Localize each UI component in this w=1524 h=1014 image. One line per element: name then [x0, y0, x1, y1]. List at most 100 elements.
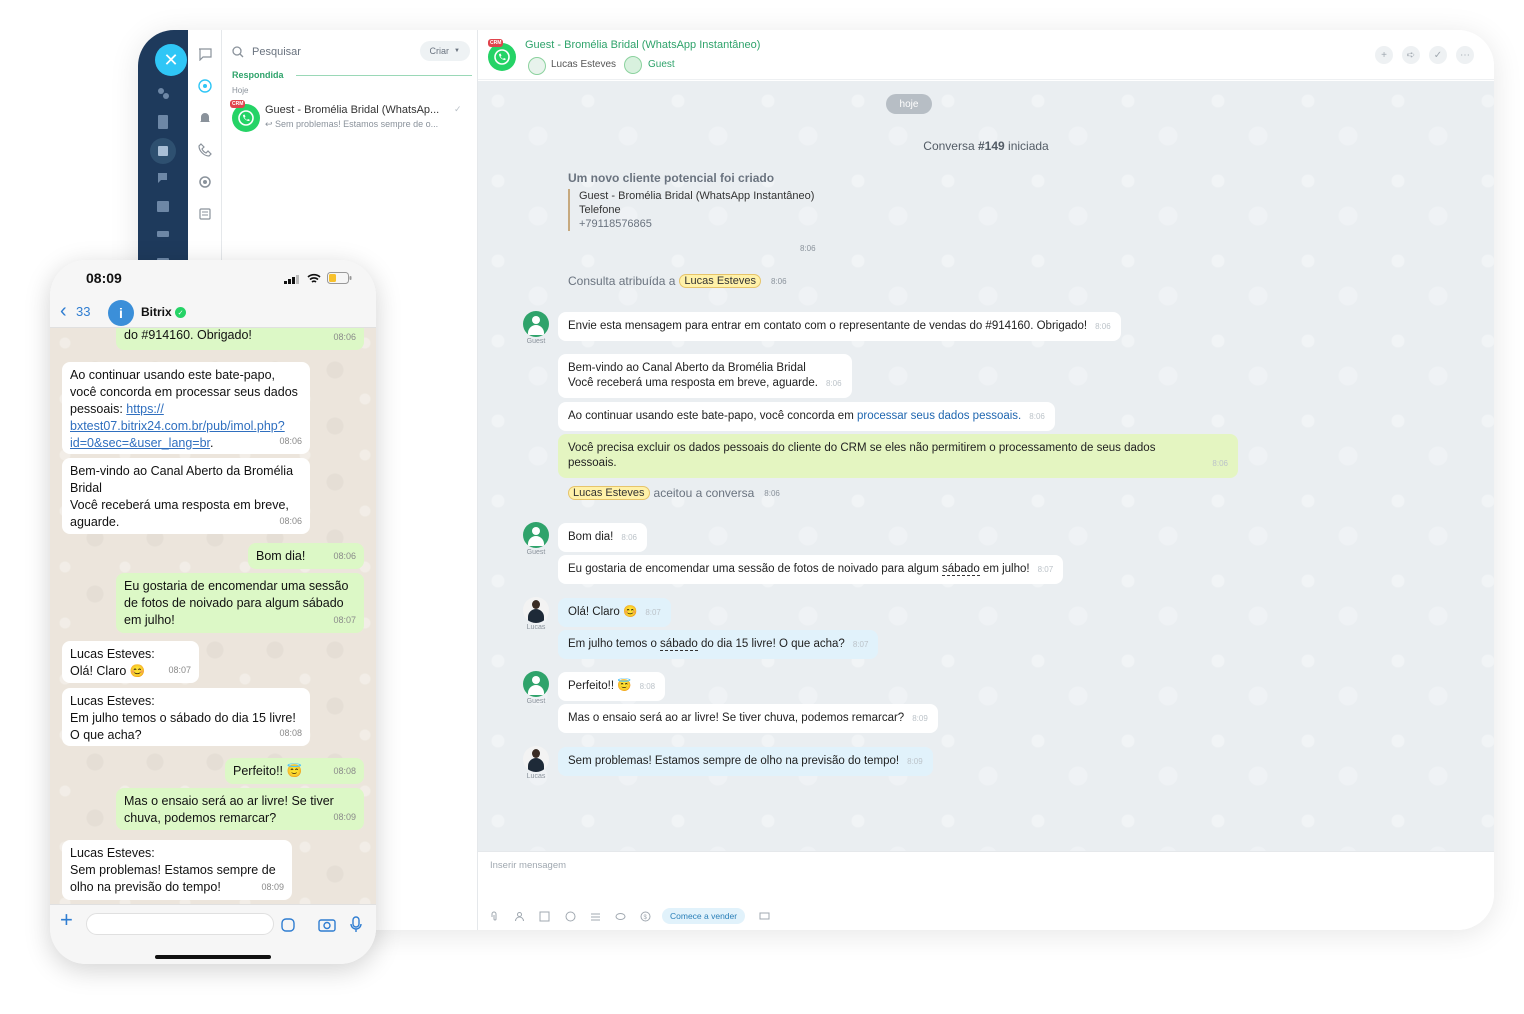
message-time: 8:09	[907, 757, 923, 766]
guest-avatar[interactable]	[624, 56, 642, 74]
chat-bubble-icon[interactable]	[197, 46, 213, 62]
payment-icon[interactable]: $	[639, 910, 651, 922]
lead-created-title: Um novo cliente potencial foi criado	[568, 171, 775, 185]
phone-icon[interactable]	[197, 142, 213, 158]
template-icon[interactable]	[538, 910, 550, 922]
bell-icon[interactable]	[197, 110, 213, 126]
section-label: Respondida	[232, 70, 284, 80]
accepted-text: aceitou a conversa	[653, 486, 755, 500]
message-time: 08:07	[168, 665, 191, 675]
phone-message-input[interactable]	[86, 913, 274, 935]
guest-avatar[interactable]	[523, 671, 549, 697]
chat-title[interactable]: Guest - Bromélia Bridal (WhatsApp Instan…	[525, 39, 760, 51]
phone-message-bubble: Perfeito!! 😇 08:08	[225, 758, 364, 784]
camera-icon[interactable]	[318, 917, 336, 932]
smile-emoji-icon: 😊	[129, 664, 146, 678]
date-pill: hoje	[886, 94, 932, 114]
message-text: Olá! Claro	[568, 606, 620, 618]
message-text: Em julho temos o sábado do dia 15 livre!	[70, 711, 296, 725]
finish-icon[interactable]: ✓	[1429, 46, 1447, 64]
eraser-icon[interactable]	[614, 910, 626, 922]
chat-item-title: Guest - Bromélia Bridal (WhatsAp...	[265, 104, 440, 116]
message-text: olho na previsão do tempo!	[70, 880, 221, 894]
back-chevron-icon[interactable]: ‹	[60, 300, 67, 323]
guest-avatar[interactable]	[523, 522, 549, 548]
chat-item-preview: ↩ Sem problemas! Estamos sempre de o...	[265, 119, 465, 130]
microphone-icon[interactable]	[350, 916, 362, 933]
conv-prefix: Conversa	[923, 139, 978, 153]
avatar[interactable]	[528, 57, 546, 75]
spellcheck-word: sábado	[660, 638, 698, 651]
message-text: Mas o ensaio será ao ar livre! Se tiver	[124, 794, 334, 808]
message-text: Perfeito!!	[568, 680, 615, 692]
chat-area: CRM Guest - Bromélia Bridal (WhatsApp In…	[478, 30, 1494, 930]
message-input[interactable]: Inserir mensagem	[490, 860, 566, 871]
accepted-user-tag[interactable]: Lucas Esteves	[568, 486, 650, 500]
document-icon[interactable]	[151, 110, 175, 134]
message-time: 08:09	[333, 812, 356, 822]
openlines-icon[interactable]	[197, 78, 213, 94]
chat-icon[interactable]	[151, 166, 175, 190]
lead-name[interactable]: Guest - Bromélia Bridal (WhatsApp Instan…	[579, 189, 814, 203]
phone-message-bubble: Bom dia! 08:06	[248, 543, 364, 569]
message-text: Bridal	[70, 481, 102, 495]
add-icon[interactable]: +	[1375, 46, 1393, 64]
sticker-icon[interactable]	[281, 918, 295, 932]
day-label: Hoje	[232, 86, 249, 95]
message-text: Lucas Esteves:	[70, 694, 155, 708]
phone-message-bubble: do #914160. Obrigado! 08:06	[116, 328, 364, 350]
assigned-user-tag[interactable]: Lucas Esteves	[679, 274, 761, 288]
settings-icon[interactable]	[197, 174, 213, 190]
angel-emoji-icon: 😇	[286, 764, 303, 778]
back-count[interactable]: 33	[76, 304, 90, 319]
message-composer[interactable]: Inserir mensagem $ Comece a vender	[478, 851, 1494, 930]
search-input[interactable]: Pesquisar	[252, 46, 301, 58]
plus-icon[interactable]: +	[60, 907, 73, 933]
reply-icon: ↩	[265, 119, 276, 129]
message-text: Você precisa excluir os dados pessoais d…	[568, 442, 1156, 454]
forward-icon[interactable]: ➪	[1402, 46, 1420, 64]
operator-name[interactable]: Lucas Esteves	[551, 59, 616, 70]
privacy-link[interactable]: processar seus dados pessoais.	[857, 410, 1021, 422]
phone-mockup: 08:09 ‹ 33 i Bitrix ✓ do #914160. Obriga…	[50, 260, 376, 964]
message-time: 8:09	[912, 714, 928, 723]
list-icon[interactable]	[589, 910, 601, 922]
conv-suffix: iniciada	[1004, 139, 1049, 153]
calendar-icon[interactable]	[151, 194, 175, 218]
message-bubble: Mas o ensaio será ao ar livre! Se tiver …	[558, 704, 938, 733]
more-icon[interactable]: ⋯	[1456, 46, 1474, 64]
crm-badge: CRM	[230, 100, 246, 108]
message-text: aguarde.	[70, 515, 120, 529]
close-icon[interactable]: ✕	[155, 44, 187, 76]
contact-avatar[interactable]: i	[108, 300, 134, 326]
tasks-icon[interactable]	[197, 206, 213, 222]
start-selling-button[interactable]: Comece a vender	[662, 908, 746, 924]
operator-avatar[interactable]	[523, 746, 549, 772]
message-text: Bom dia!	[568, 531, 614, 543]
contact-name[interactable]: Bitrix	[141, 305, 172, 319]
message-bubble: Bom dia! 8:06	[558, 523, 647, 552]
guest-label: Guest	[526, 549, 546, 556]
drive-icon[interactable]	[151, 222, 175, 246]
operator-avatar[interactable]	[523, 597, 549, 623]
guest-avatar[interactable]	[523, 311, 549, 337]
message-time: 8:08	[639, 682, 656, 691]
search-box[interactable]: Pesquisar Criar ▼	[232, 40, 472, 64]
message-text: Eu gostaria de encomendar uma sessão de …	[568, 563, 942, 575]
emoji-icon[interactable]	[564, 910, 576, 922]
chat-list-item[interactable]: CRM Guest - Bromélia Bridal (WhatsAp... …	[230, 100, 474, 134]
users-icon[interactable]	[151, 82, 175, 106]
guest-name[interactable]: Guest	[648, 59, 675, 70]
signal-icon	[284, 275, 299, 284]
wifi-icon	[307, 273, 321, 283]
user-icon[interactable]	[513, 910, 525, 922]
verified-icon: ✓	[175, 307, 186, 318]
create-button[interactable]: Criar ▼	[419, 41, 470, 61]
message-text: Sem problemas! Estamos sempre de	[70, 863, 276, 877]
screen-icon[interactable]	[758, 910, 770, 922]
attach-icon[interactable]	[488, 910, 500, 922]
message-time: 8:06	[1029, 412, 1045, 421]
message-time: 08:09	[261, 882, 284, 892]
link-part: bxtest07.bitrix24.com.br/pub/imol.php?	[70, 419, 285, 433]
calendar-box-icon[interactable]	[150, 138, 176, 164]
